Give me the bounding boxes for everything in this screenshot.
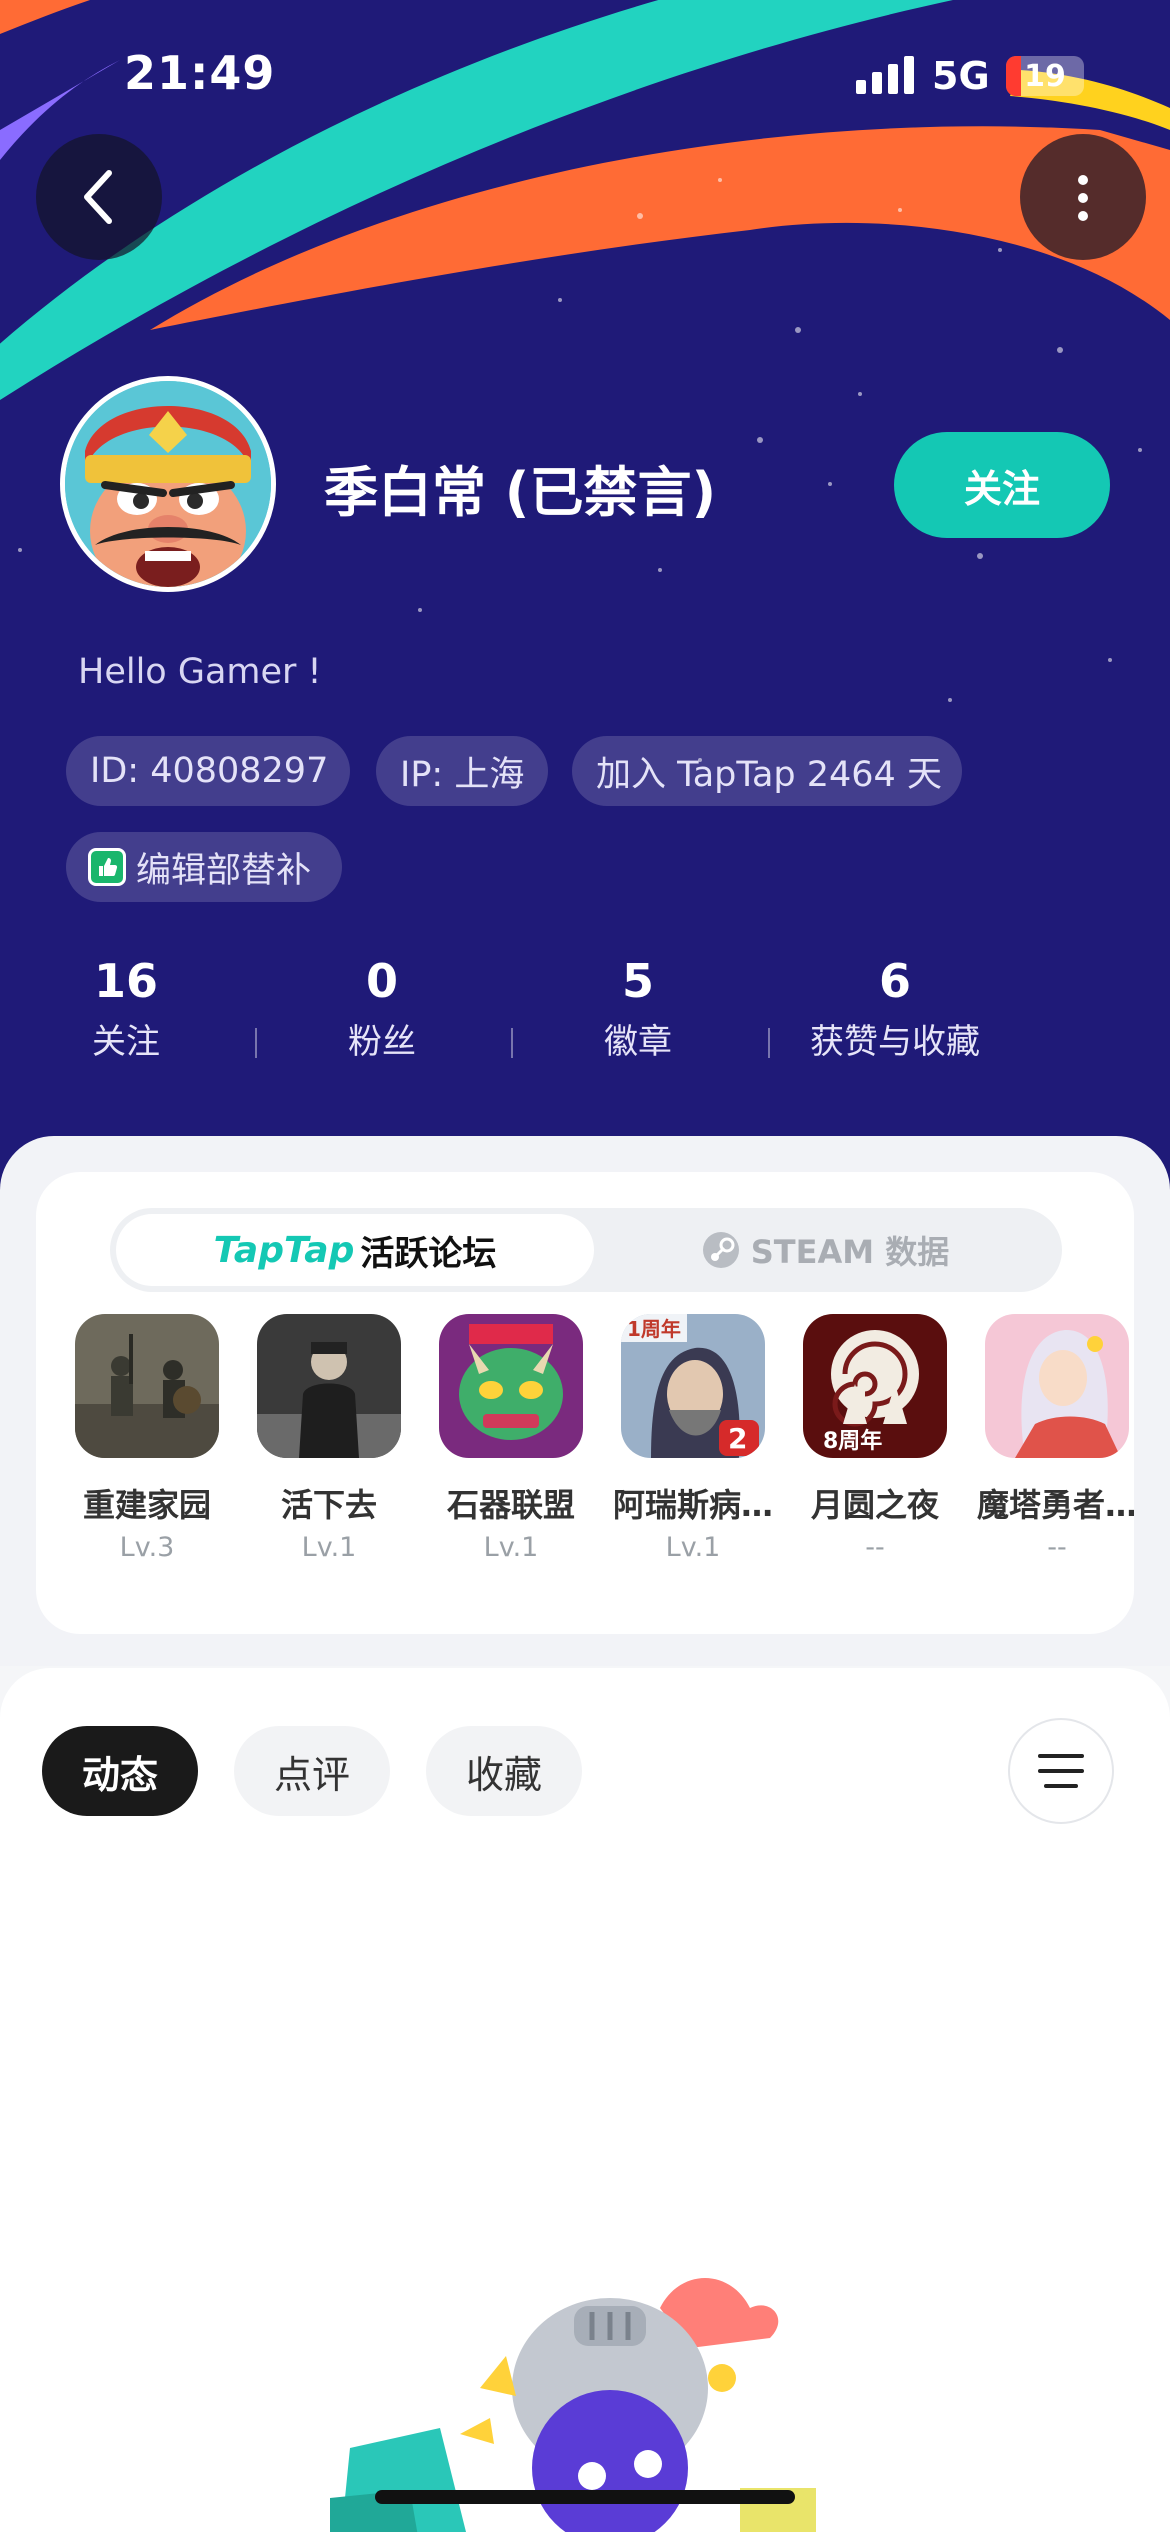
filter-button[interactable] xyxy=(1008,1718,1114,1824)
games-segment-control: TapTap 活跃论坛 STEAM 数据 xyxy=(110,1208,1062,1292)
tab-label: STEAM 数据 xyxy=(750,1233,950,1271)
game-badge: 8周年 xyxy=(823,1428,882,1454)
stat-value: 16 xyxy=(93,954,158,1008)
tab-favorites[interactable]: 收藏 xyxy=(426,1726,582,1816)
stat-label: 获赞与收藏 xyxy=(810,1022,980,1062)
vertical-dots-icon xyxy=(1078,175,1088,221)
battery-level: 19 xyxy=(1024,58,1066,94)
game-icon xyxy=(985,1314,1129,1458)
stat-value: 6 xyxy=(878,954,911,1008)
stat-label: 粉丝 xyxy=(348,1022,416,1062)
stat-value: 0 xyxy=(365,954,398,1008)
badge-chip[interactable]: 编辑部替补 xyxy=(66,832,342,902)
stat-divider xyxy=(255,1028,257,1058)
game-icon xyxy=(257,1314,401,1458)
avatar-image xyxy=(65,381,271,587)
signal-icon xyxy=(856,56,914,94)
more-button[interactable] xyxy=(1020,134,1146,260)
game-badge: 1周年 xyxy=(627,1317,681,1341)
stat-likes[interactable]: 6 获赞与收藏 xyxy=(775,954,1015,1063)
tab-steam-data[interactable]: STEAM 数据 xyxy=(594,1214,1056,1286)
battery-icon: 19 xyxy=(1006,56,1084,96)
games-section: TapTap 活跃论坛 STEAM 数据 重建家园 Lv.3 活下去 Lv.1 … xyxy=(0,1136,1170,1666)
stat-fans[interactable]: 0 粉丝 xyxy=(262,954,502,1063)
game-item[interactable]: 石器联盟 Lv.1 xyxy=(420,1314,602,1563)
stat-divider xyxy=(511,1028,513,1058)
tab-label: 活跃论坛 xyxy=(360,1233,497,1274)
game-level: Lv.1 xyxy=(483,1532,539,1563)
username: 季白常 (已禁言) xyxy=(324,461,717,524)
game-level: -- xyxy=(1047,1532,1067,1563)
status-time: 21:49 xyxy=(124,46,276,100)
follow-button[interactable]: 关注 xyxy=(894,432,1110,538)
user-id-chip[interactable]: ID: 40808297 xyxy=(66,736,350,806)
game-name: 重建家园 xyxy=(82,1486,211,1524)
game-level: -- xyxy=(865,1532,885,1563)
game-item[interactable]: 魔塔勇者… -- xyxy=(966,1314,1134,1563)
game-name: 阿瑞斯病… xyxy=(612,1486,773,1524)
user-bio: Hello Gamer ! xyxy=(78,652,322,692)
game-icon xyxy=(439,1314,583,1458)
filter-lines-icon xyxy=(1038,1754,1084,1788)
game-list: 重建家园 Lv.3 活下去 Lv.1 石器联盟 Lv.1 1周年 2 阿瑞斯病…… xyxy=(36,1314,1134,1614)
game-name: 石器联盟 xyxy=(446,1486,575,1524)
badge-label: 编辑部替补 xyxy=(136,850,312,891)
stat-label: 关注 xyxy=(92,1022,160,1062)
network-label: 5G xyxy=(932,54,990,98)
back-button[interactable] xyxy=(36,134,162,260)
game-icon xyxy=(75,1314,219,1458)
taptap-logo: TapTap xyxy=(213,1229,355,1271)
stat-following[interactable]: 16 关注 xyxy=(6,954,246,1063)
game-item[interactable]: 1周年 2 阿瑞斯病… Lv.1 xyxy=(602,1314,784,1563)
stat-badges[interactable]: 5 徽章 xyxy=(518,954,758,1063)
game-level: Lv.1 xyxy=(301,1532,357,1563)
game-level: Lv.3 xyxy=(119,1532,175,1563)
game-icon: 8周年 xyxy=(803,1314,947,1458)
chevron-left-icon xyxy=(84,170,112,224)
thumbs-up-icon xyxy=(88,848,126,886)
games-card: TapTap 活跃论坛 STEAM 数据 重建家园 Lv.3 活下去 Lv.1 … xyxy=(36,1172,1134,1634)
tab-dynamics[interactable]: 动态 xyxy=(42,1726,198,1816)
joined-days-chip: 加入 TapTap 2464 天 xyxy=(572,736,962,806)
game-name: 活下去 xyxy=(280,1486,377,1524)
game-item[interactable]: 8周年 月圆之夜 -- xyxy=(784,1314,966,1563)
ip-chip: IP: 上海 xyxy=(376,736,548,806)
game-name: 魔塔勇者… xyxy=(976,1486,1134,1524)
tab-taptap-forum[interactable]: TapTap 活跃论坛 xyxy=(116,1214,594,1286)
tab-reviews[interactable]: 点评 xyxy=(234,1726,390,1816)
feed-section: 动态 点评 收藏 xyxy=(0,1668,1170,2532)
stat-label: 徽章 xyxy=(604,1022,672,1062)
steam-icon xyxy=(702,1232,739,1268)
avatar[interactable] xyxy=(60,376,276,592)
game-name: 月圆之夜 xyxy=(810,1486,939,1524)
game-item[interactable]: 活下去 Lv.1 xyxy=(238,1314,420,1563)
profile-header: 21:49 5G 19 季白常 (已禁言) 关注 Hello Gamer ! I… xyxy=(0,0,1170,1200)
game-item[interactable]: 重建家园 Lv.3 xyxy=(56,1314,238,1563)
stat-divider xyxy=(768,1028,770,1058)
game-icon: 1周年 2 xyxy=(621,1314,765,1458)
stat-value: 5 xyxy=(621,954,654,1008)
svg-text:2: 2 xyxy=(728,1422,747,1455)
home-indicator[interactable] xyxy=(375,2490,795,2504)
game-level: Lv.1 xyxy=(665,1532,721,1563)
